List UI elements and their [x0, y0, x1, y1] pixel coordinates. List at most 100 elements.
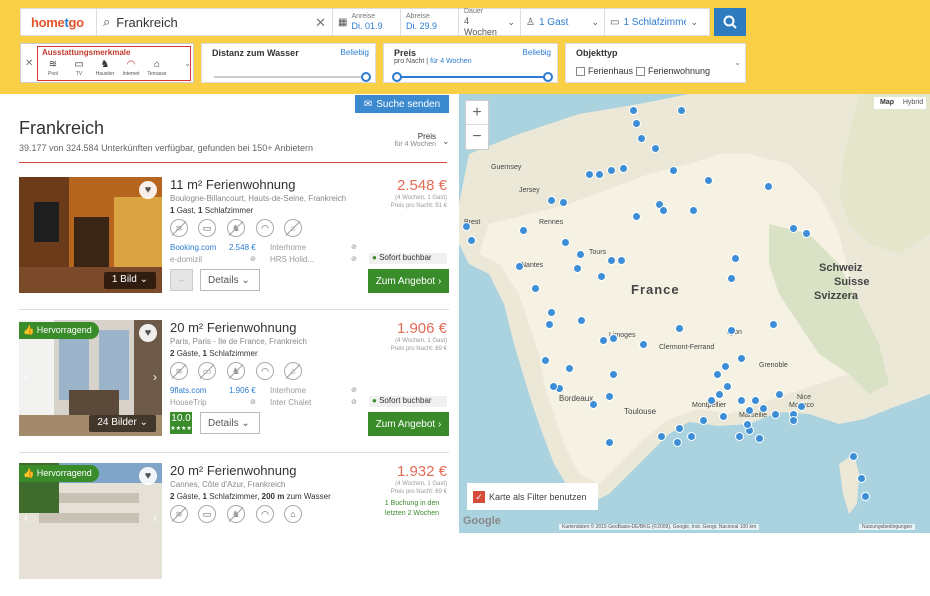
map-marker[interactable] — [605, 438, 614, 447]
image-count[interactable]: 1 Bild ⌄ — [103, 272, 156, 289]
duration-select[interactable]: Dauer 4 Wochen ⌄ — [459, 8, 521, 37]
map-marker[interactable] — [699, 416, 708, 425]
map-marker[interactable] — [545, 320, 554, 329]
hybrid-button[interactable]: Hybrid — [900, 97, 926, 109]
map-marker[interactable] — [737, 396, 746, 405]
map-marker[interactable] — [727, 326, 736, 335]
map-marker[interactable] — [721, 362, 730, 371]
terrace-icon[interactable]: ⌂ Terrasse — [146, 59, 168, 77]
object-ferienhaus-checkbox[interactable]: Ferienhaus — [576, 66, 633, 77]
offer-button[interactable]: Zum Angebot › — [368, 269, 449, 293]
clear-icon[interactable]: ✕ — [315, 15, 326, 31]
map-marker[interactable] — [541, 356, 550, 365]
guests-select[interactable]: ♙ 1 Gast ⌄ — [521, 9, 605, 35]
map-marker[interactable] — [861, 492, 870, 501]
pet-icon[interactable]: ♞ Haustier — [94, 59, 116, 77]
map-marker[interactable] — [609, 334, 618, 343]
destination-input[interactable]: ⌕ Frankreich ✕ — [97, 9, 333, 35]
prev-arrow-icon[interactable]: ‹ — [24, 511, 28, 525]
provider-price[interactable]: 1.906 € — [229, 386, 256, 395]
map-marker[interactable] — [585, 170, 594, 179]
map-marker[interactable] — [737, 354, 746, 363]
send-search-button[interactable]: ✉ Suche senden — [355, 95, 449, 113]
map-marker[interactable] — [597, 272, 606, 281]
map-marker[interactable] — [462, 222, 471, 231]
map-marker[interactable] — [687, 432, 696, 441]
map-marker[interactable] — [689, 206, 698, 215]
map-marker[interactable] — [561, 238, 570, 247]
next-arrow-icon[interactable]: › — [153, 370, 157, 384]
price-slider-max-handle[interactable] — [543, 72, 553, 82]
map-marker[interactable] — [857, 474, 866, 483]
map-marker[interactable] — [519, 226, 528, 235]
map-marker[interactable] — [657, 432, 666, 441]
image-count[interactable]: 24 Bilder ⌄ — [89, 415, 156, 432]
map-marker[interactable] — [632, 119, 641, 128]
prev-arrow-icon[interactable]: ‹ — [24, 370, 28, 384]
map-marker[interactable] — [617, 256, 626, 265]
chevron-down-icon[interactable]: ⌄ — [184, 59, 191, 68]
map-marker[interactable] — [849, 452, 858, 461]
map-marker[interactable] — [771, 410, 780, 419]
map-marker[interactable] — [707, 396, 716, 405]
map-marker[interactable] — [605, 392, 614, 401]
map-marker[interactable] — [669, 166, 678, 175]
map-marker[interactable] — [589, 400, 598, 409]
compare-button[interactable]: – — [170, 269, 193, 291]
map-marker[interactable] — [727, 274, 736, 283]
zoom-out-button[interactable]: − — [466, 125, 488, 149]
map-marker[interactable] — [751, 396, 760, 405]
favorite-heart-icon[interactable]: ♥ — [139, 181, 157, 199]
favorite-heart-icon[interactable]: ♥ — [139, 467, 157, 485]
map-marker[interactable] — [467, 236, 476, 245]
listing-photo[interactable]: ♥ 1 Bild ⌄ — [19, 177, 162, 293]
water-any-link[interactable]: Beliebig — [341, 48, 369, 57]
map-marker[interactable] — [619, 164, 628, 173]
details-button[interactable]: Details ⌄ — [200, 269, 260, 291]
bedrooms-select[interactable]: ▭ 1 Schlafzimmer ⌄ — [605, 9, 703, 35]
map-marker[interactable] — [743, 420, 752, 429]
map-marker[interactable] — [797, 402, 806, 411]
map-marker[interactable] — [659, 206, 668, 215]
object-ferienwohnung-checkbox[interactable]: Ferienwohnung — [636, 66, 710, 77]
favorite-heart-icon[interactable]: ♥ — [139, 324, 157, 342]
map-marker[interactable] — [639, 340, 648, 349]
details-button[interactable]: Details ⌄ — [200, 412, 260, 434]
map-marker[interactable] — [713, 370, 722, 379]
map-marker[interactable] — [704, 176, 713, 185]
map-marker[interactable] — [789, 416, 798, 425]
water-slider-handle[interactable] — [361, 72, 371, 82]
zoom-in-button[interactable]: + — [466, 101, 488, 125]
wifi-icon[interactable]: ◠ Internet — [120, 59, 142, 77]
map-marker[interactable] — [651, 144, 660, 153]
terms-link[interactable]: Nutzungsbedingungen — [859, 524, 916, 530]
search-button[interactable] — [714, 8, 746, 36]
provider-price[interactable]: 2.548 € — [229, 243, 256, 252]
provider-link[interactable]: 9flats.com — [170, 386, 206, 395]
map-marker[interactable] — [547, 308, 556, 317]
map-filter-checkbox[interactable]: ✓ Karte als Filter benutzen — [467, 483, 598, 510]
map[interactable]: + − Map Hybrid Guernsey Jersey Brest Ren… — [459, 94, 930, 533]
map-marker[interactable] — [764, 182, 773, 191]
listing-photo[interactable]: 👍 Hervorragend ♥ ‹ › 24 Bilder ⌄ — [19, 320, 162, 436]
map-marker[interactable] — [547, 196, 556, 205]
listing-title[interactable]: 20 m² Ferienwohnung — [170, 320, 296, 335]
map-marker[interactable] — [775, 390, 784, 399]
map-marker[interactable] — [745, 406, 754, 415]
close-icon[interactable]: ✕ — [25, 58, 33, 69]
map-marker[interactable] — [731, 254, 740, 263]
map-marker[interactable] — [802, 229, 811, 238]
map-marker[interactable] — [549, 382, 558, 391]
map-marker[interactable] — [675, 424, 684, 433]
listing-title[interactable]: 11 m² Ferienwohnung — [170, 177, 296, 192]
map-marker[interactable] — [632, 212, 641, 221]
water-slider-track[interactable] — [214, 76, 364, 78]
map-marker[interactable] — [595, 170, 604, 179]
map-marker[interactable] — [577, 316, 586, 325]
map-marker[interactable] — [715, 390, 724, 399]
map-marker[interactable] — [719, 412, 728, 421]
map-marker[interactable] — [769, 320, 778, 329]
map-marker[interactable] — [677, 106, 686, 115]
tv-icon[interactable]: ▭ TV — [68, 59, 90, 77]
sort-price-select[interactable]: Preis für 4 Wochen ⌄ — [386, 132, 449, 148]
